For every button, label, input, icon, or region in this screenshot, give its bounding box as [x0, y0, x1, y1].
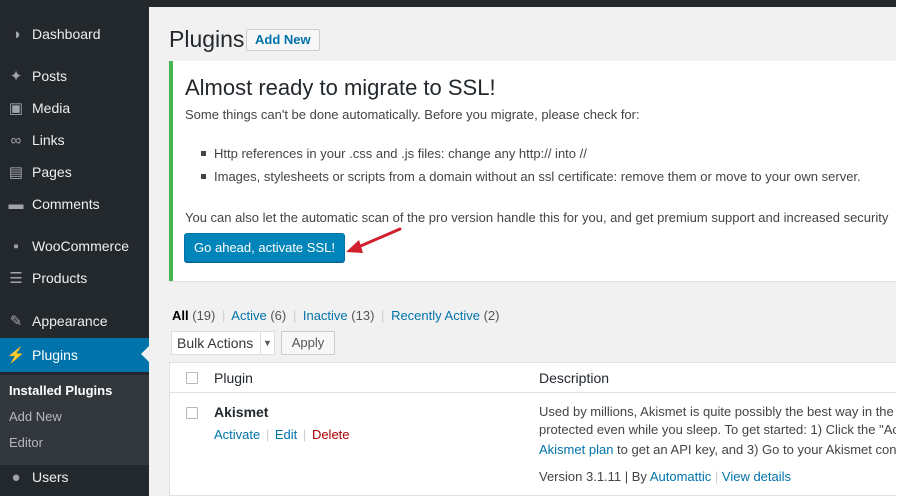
filter-separator: |: [381, 308, 385, 323]
sidebar-item-pages[interactable]: ▤ Pages: [0, 156, 149, 188]
filter-separator: |: [222, 308, 226, 323]
cart-icon: ☰: [9, 270, 23, 287]
sidebar-item-posts[interactable]: ✦ Posts: [0, 60, 149, 92]
sidebar-item-label: Links: [32, 132, 65, 148]
comment-icon: ▬: [8, 195, 24, 213]
sidebar-item-label: Media: [32, 100, 71, 116]
plugin-description-line: Akismet plan to get an API key, and 3) G…: [539, 442, 900, 457]
filter-all[interactable]: All: [172, 308, 189, 323]
page-title: Plugins: [169, 26, 245, 52]
chevron-down-icon: ▼: [260, 332, 274, 354]
sidebar-item-products[interactable]: ☰ Products: [0, 262, 149, 294]
plugin-status-filters: All (19) | Active (6) | Inactive (13) | …: [172, 308, 499, 323]
filter-inactive[interactable]: Inactive: [303, 308, 348, 323]
activate-ssl-button[interactable]: Go ahead, activate SSL!: [184, 233, 345, 262]
select-all-checkbox[interactable]: [186, 372, 198, 384]
window-edge: [896, 0, 900, 496]
view-details-link[interactable]: View details: [722, 469, 791, 484]
action-separator: |: [302, 427, 307, 442]
sidebar-item-woocommerce[interactable]: ▪ WooCommerce: [0, 230, 149, 262]
filter-separator: |: [292, 308, 297, 323]
activate-link[interactable]: Activate: [214, 427, 260, 442]
plugins-table: Plugin Description Akismet Activate | Ed…: [169, 362, 900, 496]
plugin-version: Version 3.1.11: [539, 469, 622, 484]
plugin-meta: Version 3.1.11 | By Automattic | View de…: [539, 469, 900, 484]
link-icon: ∞: [10, 131, 22, 149]
description-text: to get an API key, and 3) Go to your Aki…: [613, 442, 900, 457]
submenu-installed-plugins[interactable]: Installed Plugins: [9, 383, 112, 398]
delete-link[interactable]: Delete: [312, 427, 350, 442]
filter-active[interactable]: Active: [231, 308, 266, 323]
plugin-name: Akismet: [214, 404, 269, 420]
notice-list-text: Http references in your .css and .js fil…: [214, 146, 587, 161]
notice-list-text: Images, stylesheets or scripts from a do…: [214, 169, 861, 184]
plugin-description-line: Used by millions, Akismet is quite possi…: [539, 404, 894, 419]
row-checkbox[interactable]: [186, 407, 198, 419]
sidebar-item-label: Plugins: [32, 347, 78, 363]
notice-title: Almost ready to migrate to SSL!: [185, 75, 496, 100]
notice-extra-text: You can also let the automatic scan of t…: [185, 210, 889, 225]
media-icon: ▣: [8, 100, 24, 117]
sidebar-item-users[interactable]: ● Users: [0, 461, 149, 493]
filter-recently-active[interactable]: Recently Active: [391, 308, 480, 323]
admin-bar: [0, 0, 900, 7]
sidebar-item-label: WooCommerce: [32, 238, 129, 254]
submenu-add-new[interactable]: Add New: [9, 409, 62, 424]
plugins-submenu: Installed Plugins Add New Editor: [0, 375, 149, 465]
submenu-editor[interactable]: Editor: [9, 435, 43, 450]
sidebar-item-dashboard[interactable]: ◑ Dashboard: [0, 18, 149, 50]
sidebar-item-label: Pages: [32, 164, 72, 180]
action-separator: |: [265, 427, 270, 442]
pin-icon: ✦: [9, 68, 23, 85]
edit-link[interactable]: Edit: [275, 427, 297, 442]
brush-icon: ✎: [9, 313, 23, 330]
plugin-icon: ⚡: [6, 347, 26, 364]
by-text: | By: [621, 469, 650, 484]
sidebar-item-media[interactable]: ▣ Media: [0, 92, 149, 124]
pages-icon: ▤: [8, 164, 24, 181]
filter-all-count: (19): [192, 308, 216, 323]
meta-separator: |: [714, 469, 719, 484]
bullet-icon: [201, 151, 206, 157]
author-link[interactable]: Automattic: [650, 469, 711, 484]
sidebar-item-links[interactable]: ∞ Links: [0, 124, 149, 156]
sidebar-item-label: Products: [32, 270, 88, 286]
row-actions: Activate | Edit | Delete: [214, 427, 350, 442]
sidebar-item-label: Comments: [32, 196, 100, 212]
sidebar-item-appearance[interactable]: ✎ Appearance: [0, 305, 149, 337]
woo-icon: ▪: [13, 237, 19, 255]
filter-recent-count: (2): [483, 308, 500, 323]
column-header-description: Description: [539, 370, 610, 386]
add-new-button[interactable]: Add New: [246, 29, 320, 51]
bulk-actions-value: Bulk Actions: [177, 335, 254, 351]
ssl-notice: Almost ready to migrate to SSL! Some thi…: [169, 61, 900, 281]
notice-subtitle: Some things can't be done automatically.…: [185, 107, 640, 122]
plugin-description-line: protected even while you sleep. To get s…: [539, 422, 899, 437]
akismet-plan-link[interactable]: Akismet plan: [539, 442, 613, 457]
column-header-plugin: Plugin: [214, 370, 253, 386]
sidebar-item-label: Appearance: [32, 313, 108, 329]
filter-inactive-count: (13): [351, 308, 375, 323]
apply-button[interactable]: Apply: [281, 331, 335, 355]
bulk-actions-select[interactable]: Bulk Actions ▼: [171, 331, 275, 355]
arrow-icon: [346, 227, 402, 253]
table-header: Plugin Description: [170, 363, 900, 393]
sidebar-item-label: Posts: [32, 68, 68, 84]
sidebar-item-label: Dashboard: [32, 26, 101, 42]
sidebar-item-label: Users: [32, 469, 69, 485]
sidebar-item-comments[interactable]: ▬ Comments: [0, 188, 149, 220]
notice-list-item: Images, stylesheets or scripts from a do…: [201, 169, 861, 184]
bullet-icon: [201, 174, 206, 180]
dashboard-icon: ◑: [11, 25, 21, 43]
filter-active-count: (6): [270, 308, 287, 323]
admin-sidebar: ◑ Dashboard ✦ Posts ▣ Media ∞ Links ▤ Pa…: [0, 7, 149, 496]
user-icon: ●: [11, 468, 21, 486]
sidebar-item-plugins[interactable]: ⚡ Plugins: [0, 338, 149, 372]
notice-list-item: Http references in your .css and .js fil…: [201, 146, 587, 161]
